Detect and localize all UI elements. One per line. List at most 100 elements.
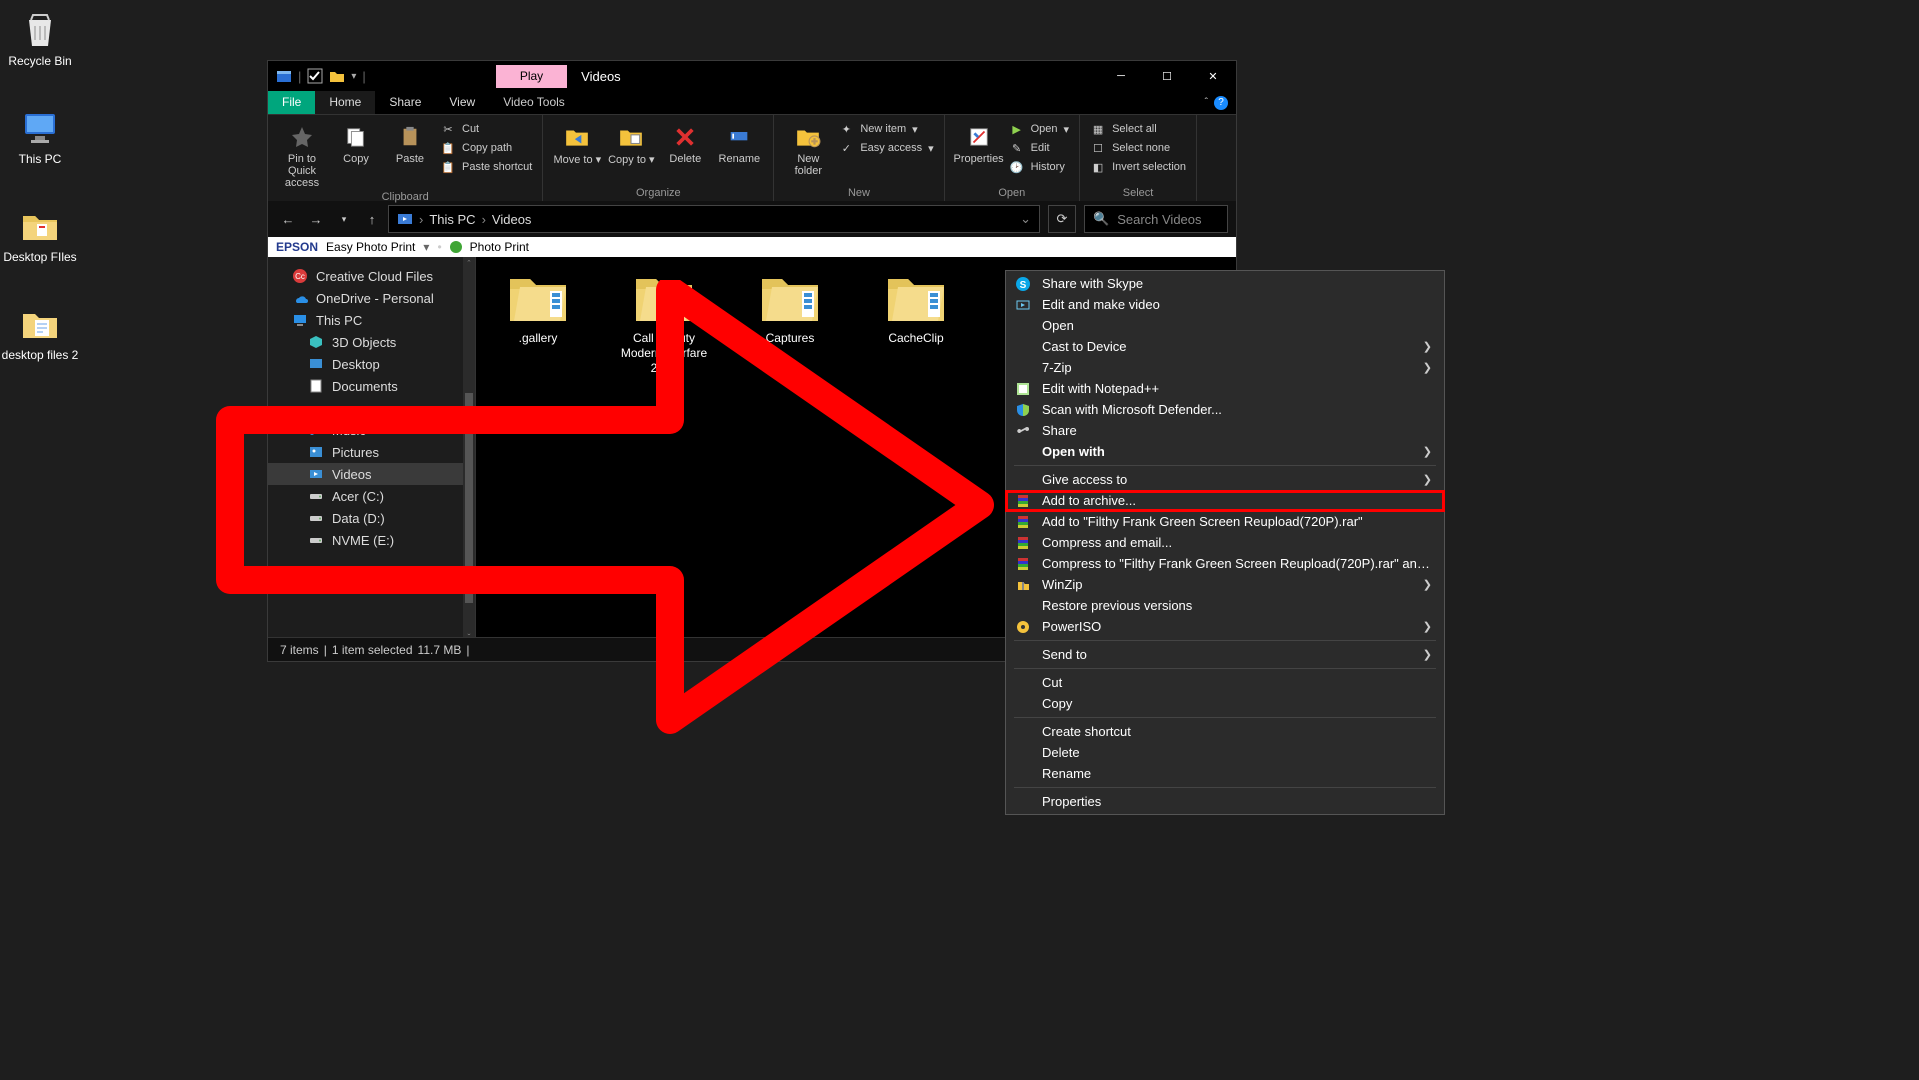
tab-share[interactable]: Share <box>375 91 435 114</box>
copy-path-button[interactable]: 📋Copy path <box>440 140 532 156</box>
ctx-cut[interactable]: Cut <box>1006 672 1444 693</box>
nav-back-button[interactable]: ← <box>276 207 300 231</box>
tree-item-dd[interactable]: Data (D:) <box>268 507 475 529</box>
address-bar[interactable]: › This PC › Videos ⌄ <box>388 205 1040 233</box>
checkbox-icon[interactable] <box>307 68 323 84</box>
qat-dropdown-icon[interactable]: ▾ <box>351 71 356 82</box>
tree-item-ccf[interactable]: CcCreative Cloud Files <box>268 265 475 287</box>
tree-item-mus[interactable]: Music <box>268 419 475 441</box>
epson-easy-print[interactable]: Easy Photo Print <box>326 240 415 254</box>
ctx-scan-with-microsoft-defender[interactable]: Scan with Microsoft Defender... <box>1006 399 1444 420</box>
new-folder-button[interactable]: New folder <box>784 119 832 177</box>
folder-cacheclip[interactable]: CacheClip <box>872 269 960 346</box>
tree-item-vid[interactable]: Videos <box>268 463 475 485</box>
ctx-7-zip[interactable]: 7-Zip❯ <box>1006 357 1444 378</box>
copy-to-button[interactable]: Copy to ▾ <box>607 119 655 166</box>
contextual-tab-play[interactable]: Play <box>496 65 567 88</box>
edit-button[interactable]: ✎Edit <box>1009 140 1069 156</box>
ctx-send-to[interactable]: Send to❯ <box>1006 644 1444 665</box>
ctx-add-to-archive[interactable]: Add to archive... <box>1006 490 1444 511</box>
easy-access-button[interactable]: ✓Easy access ▾ <box>838 140 933 156</box>
rename-button[interactable]: Rename <box>715 119 763 165</box>
ctx-share[interactable]: Share <box>1006 420 1444 441</box>
folder-captures[interactable]: Captures <box>746 269 834 346</box>
folder-gallery[interactable]: .gallery <box>494 269 582 346</box>
tab-video-tools[interactable]: Video Tools <box>489 91 579 114</box>
ctx-properties[interactable]: Properties <box>1006 791 1444 812</box>
desktop-icon-desktop-files-2[interactable]: desktop files 2 <box>0 302 80 362</box>
ctx-label: Give access to <box>1042 472 1413 487</box>
ctx-create-shortcut[interactable]: Create shortcut <box>1006 721 1444 742</box>
ctx-open[interactable]: Open <box>1006 315 1444 336</box>
ctx-share-with-skype[interactable]: SShare with Skype <box>1006 273 1444 294</box>
desktop-icon-recycle-bin[interactable]: Recycle Bin <box>0 8 80 68</box>
collapse-ribbon-icon[interactable]: ˆ <box>1205 97 1208 108</box>
invert-selection-button[interactable]: ◧Invert selection <box>1090 159 1186 175</box>
search-box[interactable]: 🔍 Search Videos <box>1084 205 1228 233</box>
share-icon <box>1014 422 1032 440</box>
ctx-winzip[interactable]: WinZip❯ <box>1006 574 1444 595</box>
tree-item-pic[interactable]: Pictures <box>268 441 475 463</box>
copy-button[interactable]: Copy <box>332 119 380 165</box>
pin-to-quick-access-button[interactable]: Pin to Quick access <box>278 119 326 189</box>
scroll-down-icon[interactable]: ˬ <box>463 623 475 637</box>
open-button[interactable]: ▶Open ▾ <box>1009 121 1069 137</box>
quick-access-toolbar: | ▾ | <box>268 68 366 84</box>
delete-button[interactable]: Delete <box>661 119 709 165</box>
folder-icon <box>632 269 696 325</box>
nav-forward-button[interactable]: → <box>304 207 328 231</box>
folder-icon[interactable] <box>329 68 345 84</box>
ctx-rename[interactable]: Rename <box>1006 763 1444 784</box>
ctx-edit-and-make-video[interactable]: Edit and make video <box>1006 294 1444 315</box>
epson-photo-print[interactable]: Photo Print <box>470 240 529 254</box>
close-button[interactable]: ✕ <box>1190 61 1236 91</box>
new-item-button[interactable]: ✦New item ▾ <box>838 121 933 137</box>
properties-button[interactable]: Properties <box>955 119 1003 165</box>
paste-button[interactable]: Paste <box>386 119 434 165</box>
maximize-button[interactable]: ☐ <box>1144 61 1190 91</box>
ctx-cast-to-device[interactable]: Cast to Device❯ <box>1006 336 1444 357</box>
ctx-compress-and-email[interactable]: Compress and email... <box>1006 532 1444 553</box>
select-none-button[interactable]: ☐Select none <box>1090 140 1186 156</box>
tab-home[interactable]: Home <box>315 91 375 114</box>
move-to-button[interactable]: Move to ▾ <box>553 119 601 166</box>
cut-button[interactable]: ✂Cut <box>440 121 532 137</box>
tree-item-net[interactable]: Network <box>268 573 475 595</box>
ctx-give-access-to[interactable]: Give access to❯ <box>1006 469 1444 490</box>
breadcrumb-current[interactable]: Videos <box>492 212 532 227</box>
nav-recent-dropdown[interactable]: ▾ <box>332 207 356 231</box>
help-icon[interactable]: ? <box>1214 96 1228 110</box>
ctx-add-to-filthy-frank-green-screen-reupload-720p-rar[interactable]: Add to "Filthy Frank Green Screen Reuplo… <box>1006 511 1444 532</box>
breadcrumb-root[interactable]: This PC <box>429 212 475 227</box>
tree-item-3d[interactable]: 3D Objects <box>268 331 475 353</box>
folder-cod[interactable]: Call of Duty Modern Warfare 2019 <box>620 269 708 376</box>
tree-item-ne[interactable]: NVME (E:) <box>268 529 475 551</box>
tab-view[interactable]: View <box>435 91 489 114</box>
ctx-edit-with-notepad[interactable]: Edit with Notepad++ <box>1006 378 1444 399</box>
minimize-button[interactable]: ─ <box>1098 61 1144 91</box>
ctx-open-with[interactable]: Open with❯ <box>1006 441 1444 462</box>
history-button[interactable]: 🕑History <box>1009 159 1069 175</box>
ctx-poweriso[interactable]: PowerISO❯ <box>1006 616 1444 637</box>
scroll-thumb[interactable] <box>465 393 473 603</box>
select-all-button[interactable]: ▦Select all <box>1090 121 1186 137</box>
tree-scrollbar[interactable]: ˆ ˬ <box>463 257 475 637</box>
poweriso-icon <box>1014 618 1032 636</box>
ctx-delete[interactable]: Delete <box>1006 742 1444 763</box>
nav-up-button[interactable]: ↑ <box>360 207 384 231</box>
tree-item-doc[interactable]: Documents <box>268 375 475 397</box>
address-dropdown-icon[interactable]: ⌄ <box>1020 211 1031 227</box>
tab-file[interactable]: File <box>268 91 315 114</box>
paste-shortcut-button[interactable]: 📋Paste shortcut <box>440 159 532 175</box>
desktop-icon-desktop-files[interactable]: Desktop FIles <box>0 204 80 264</box>
tree-item-tpc[interactable]: This PC <box>268 309 475 331</box>
ctx-compress-to-filthy-frank-green-screen-reupload-720p-rar-and-email[interactable]: Compress to "Filthy Frank Green Screen R… <box>1006 553 1444 574</box>
ctx-restore-previous-versions[interactable]: Restore previous versions <box>1006 595 1444 616</box>
scroll-up-icon[interactable]: ˆ <box>463 257 475 271</box>
tree-item-od[interactable]: OneDrive - Personal <box>268 287 475 309</box>
desktop-icon-this-pc[interactable]: This PC <box>0 106 80 166</box>
ctx-copy[interactable]: Copy <box>1006 693 1444 714</box>
tree-item-ac[interactable]: Acer (C:) <box>268 485 475 507</box>
refresh-button[interactable]: ⟳ <box>1048 205 1076 233</box>
tree-item-dk[interactable]: Desktop <box>268 353 475 375</box>
